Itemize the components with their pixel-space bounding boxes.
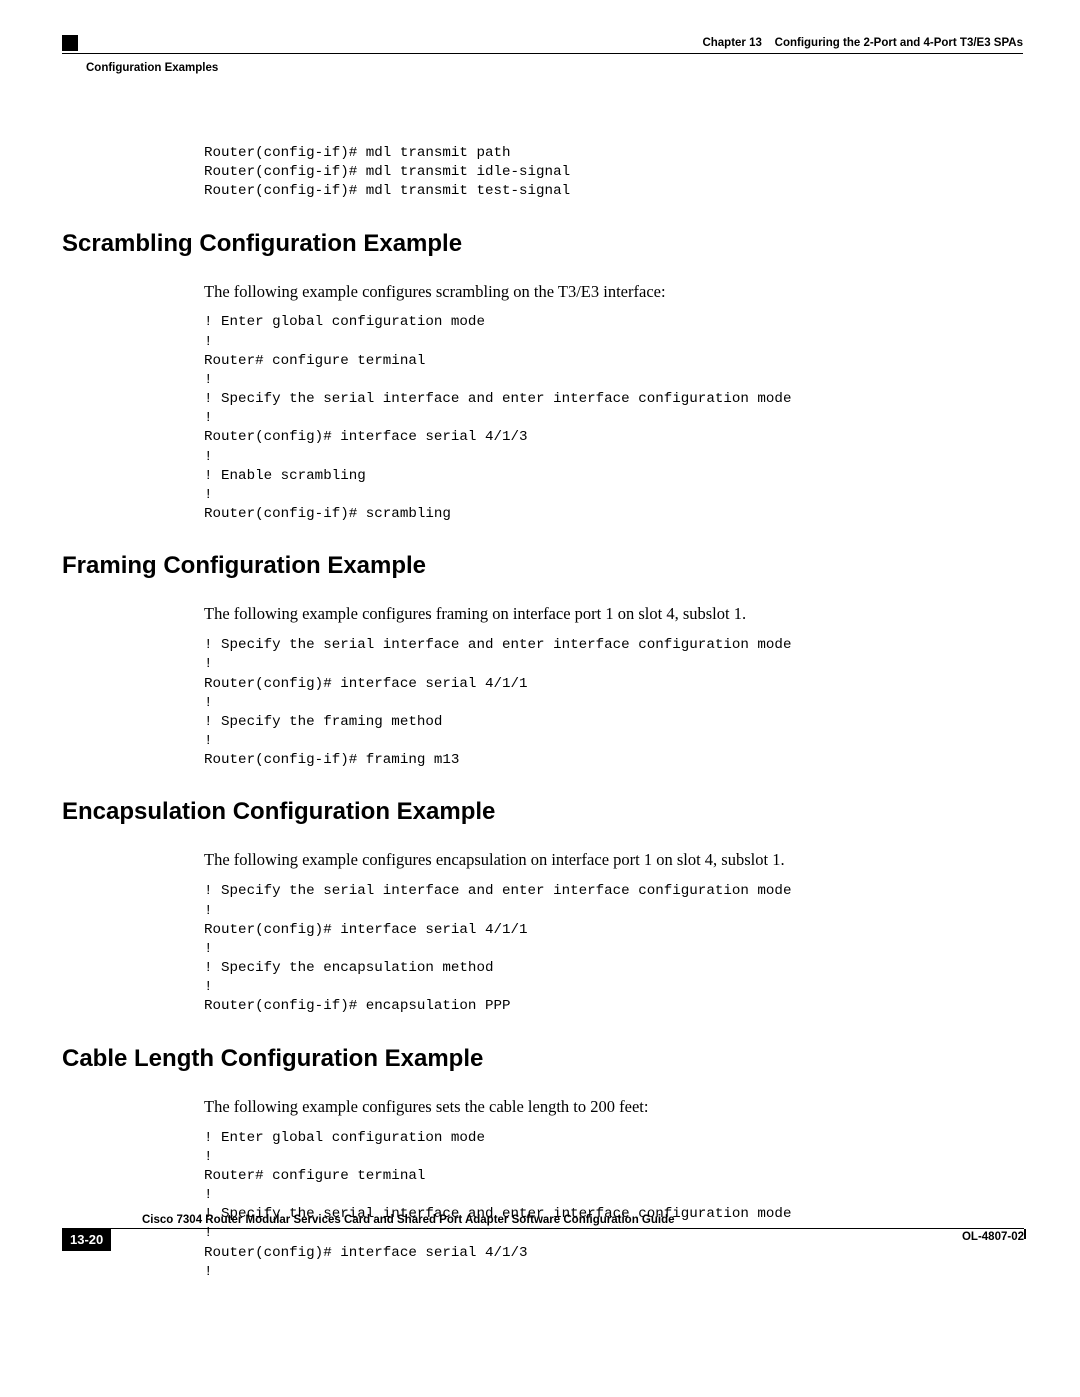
section-intro: The following example configures encapsu…: [204, 848, 1023, 872]
footer-tick-icon: [1024, 1229, 1026, 1239]
code-block: ! Enter global configuration mode ! Rout…: [204, 313, 1023, 524]
page-number: 13-20: [62, 1229, 111, 1251]
section-intro: The following example configures scrambl…: [204, 280, 1023, 304]
code-block: ! Specify the serial interface and enter…: [204, 636, 1023, 770]
chapter-info: Chapter 13 Configuring the 2-Port and 4-…: [702, 37, 1023, 49]
section-heading-encapsulation: Encapsulation Configuration Example: [62, 798, 1023, 826]
header-marker-icon: [62, 35, 78, 51]
section-heading-cable-length: Cable Length Configuration Example: [62, 1045, 1023, 1073]
intro-code-block: Router(config-if)# mdl transmit path Rou…: [204, 144, 1023, 202]
chapter-title: Configuring the 2-Port and 4-Port T3/E3 …: [775, 37, 1023, 49]
page-header: Chapter 13 Configuring the 2-Port and 4-…: [0, 35, 1080, 51]
section-heading-framing: Framing Configuration Example: [62, 552, 1023, 580]
chapter-label: Chapter 13: [702, 37, 761, 49]
page-footer: Cisco 7304 Router Modular Services Card …: [0, 1214, 1080, 1250]
footer-doc-id: OL-4807-02: [962, 1231, 1024, 1243]
header-rule: [62, 53, 1023, 54]
section-heading-scrambling: Scrambling Configuration Example: [62, 230, 1023, 258]
section-intro: The following example configures framing…: [204, 602, 1023, 626]
code-block: ! Enter global configuration mode ! Rout…: [204, 1129, 1023, 1282]
section-name: Configuration Examples: [0, 62, 1080, 74]
code-block: ! Specify the serial interface and enter…: [204, 882, 1023, 1016]
section-intro: The following example configures sets th…: [204, 1095, 1023, 1119]
footer-doc-title: Cisco 7304 Router Modular Services Card …: [142, 1214, 1024, 1226]
